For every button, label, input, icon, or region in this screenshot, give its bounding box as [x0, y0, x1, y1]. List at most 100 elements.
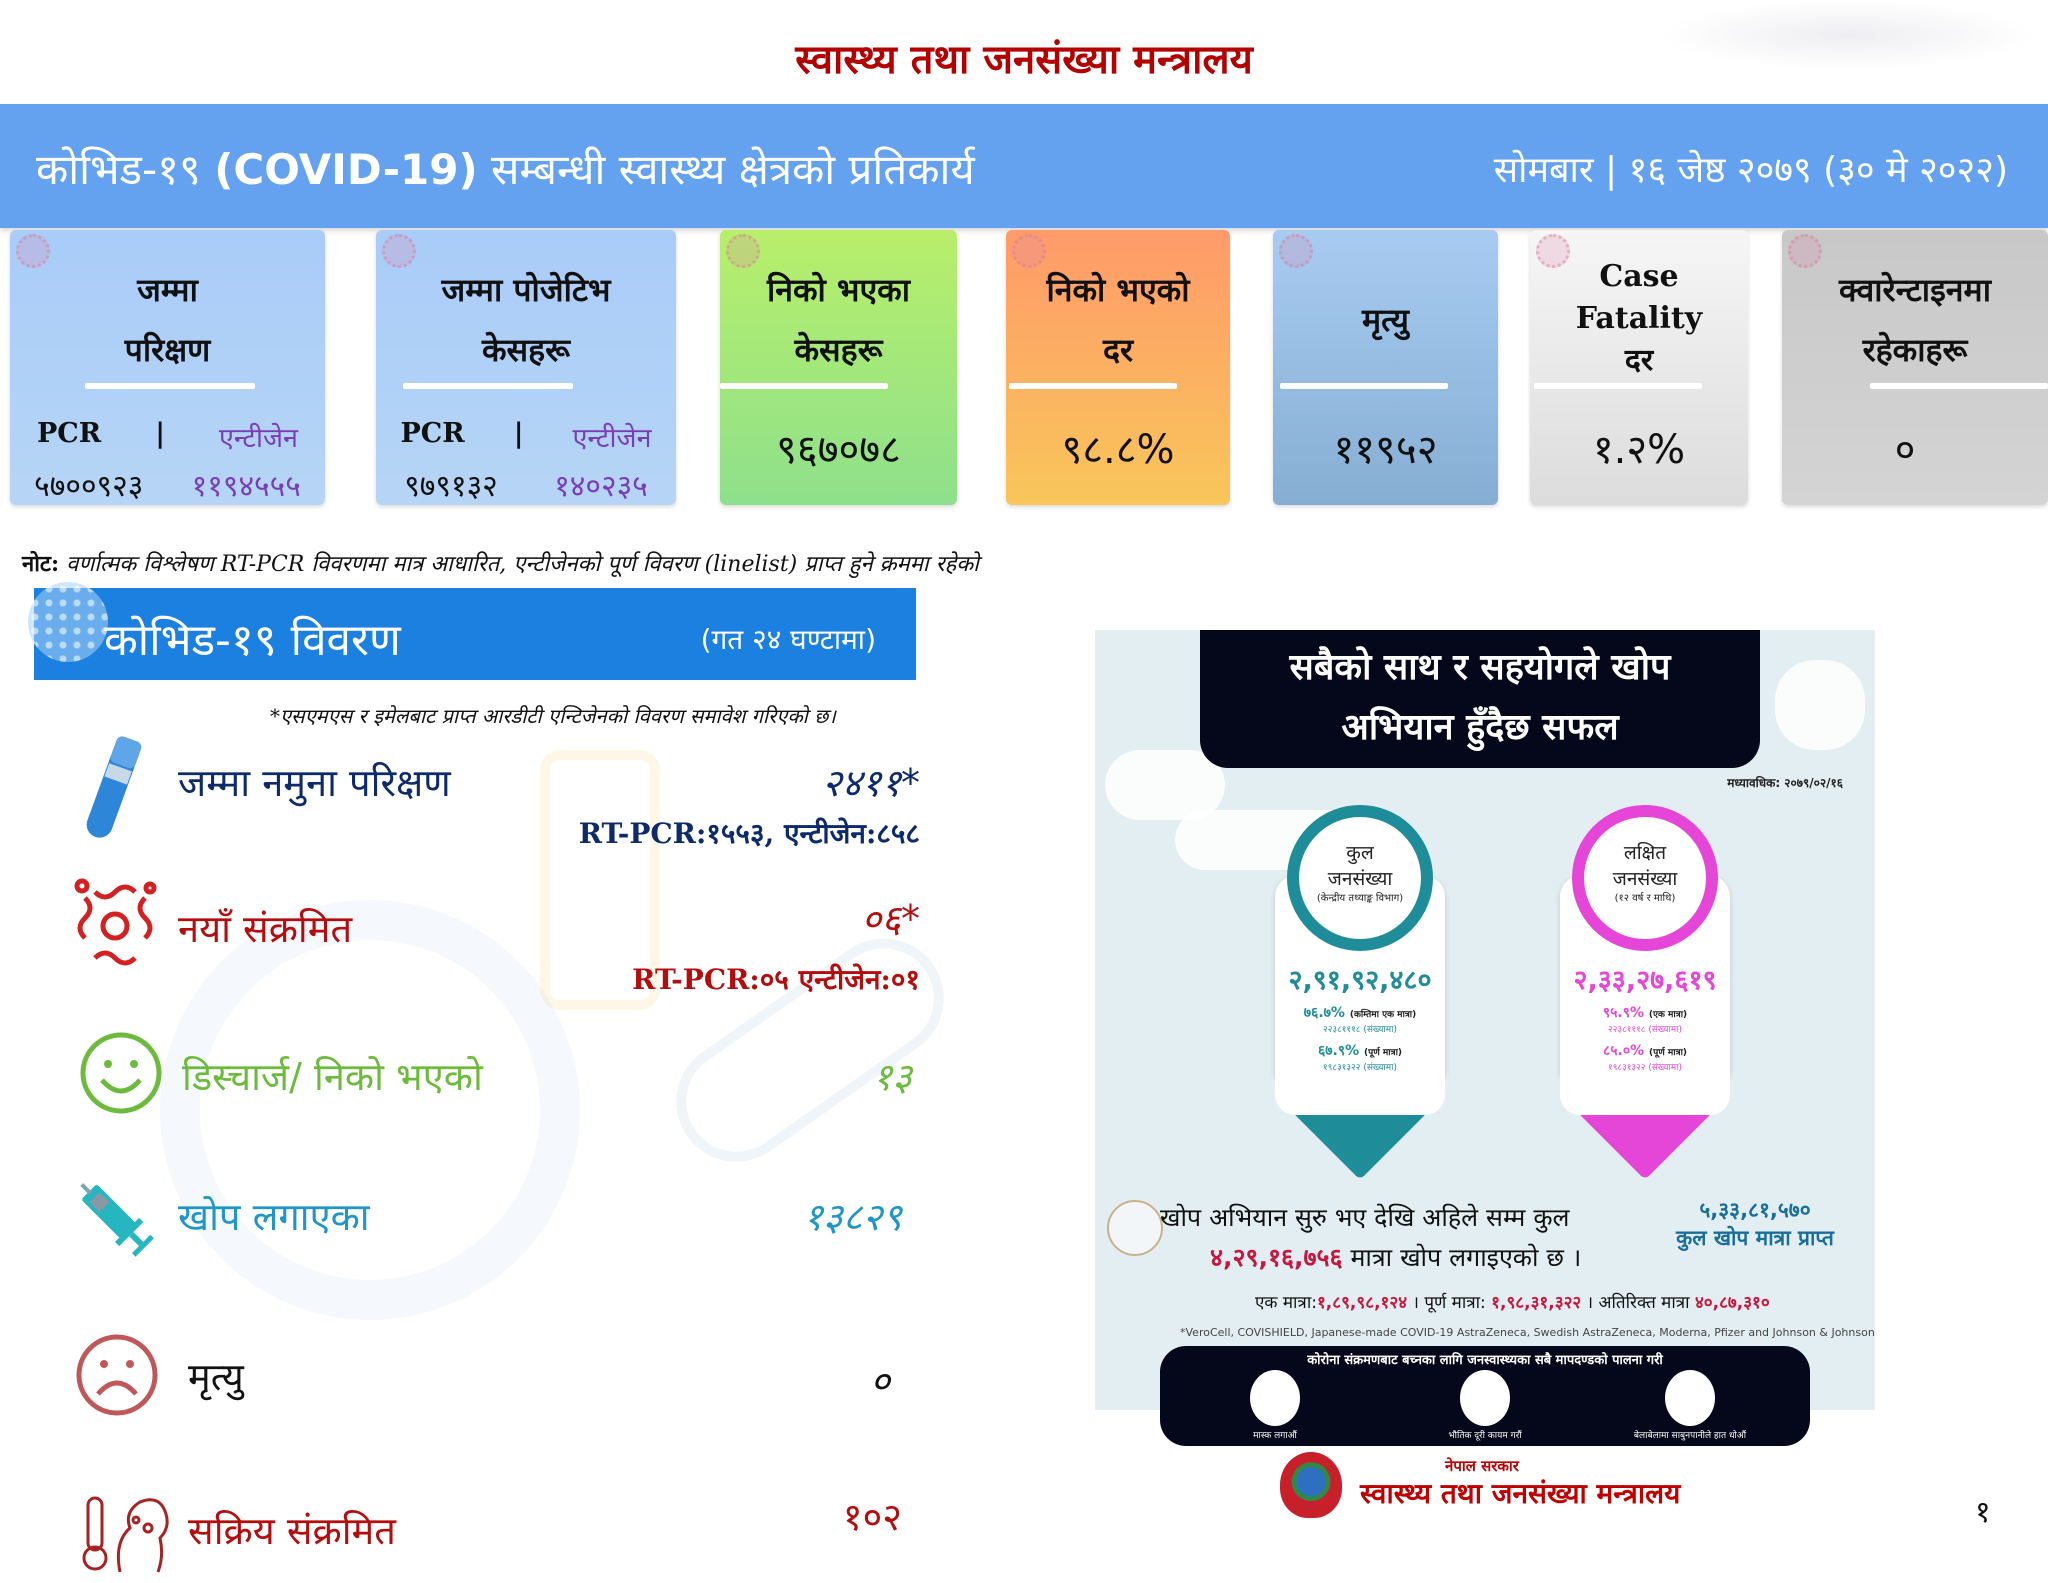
one-dose-pct: ९५.९%: [1602, 1005, 1645, 1021]
card-value: १.२%: [1592, 427, 1686, 473]
card-sub-values: ५७००९२३ ११९४५५५: [10, 464, 325, 505]
campaign-line2: ४,२९,१६,७५६ मात्रा खोप लगाइएको छ ।: [1210, 1243, 1582, 1272]
doses-received-label: कुल खोप मात्रा प्राप्त: [1676, 1226, 1834, 1250]
handwash-icon: [1665, 1370, 1715, 1426]
card-value: ११९५२: [1333, 427, 1438, 473]
syringe-icon: [1107, 1200, 1163, 1256]
card-recovered: निको भएका केसहरू ९६७०७८: [720, 230, 957, 505]
vaccine-brands: *VeroCell, COVISHIELD, Japanese-made COV…: [1180, 1326, 1875, 1339]
card-value: ०: [1894, 427, 1916, 473]
stat-label: मृत्यु: [188, 1355, 244, 1399]
cloud-decoration: [1775, 660, 1865, 750]
safety-title: कोरोना संक्रमणबाट बच्नका लागि जनस्वास्थ्…: [1307, 1353, 1663, 1368]
antigen-label: एन्टीजेन: [218, 423, 299, 454]
note: नोट: वर्णात्मक विश्लेषण RT-PCR विवरणमा म…: [22, 548, 979, 578]
population-value: २,९१,९२,४८०: [1288, 965, 1432, 996]
card-title: Case Fatality दर: [1575, 259, 1703, 378]
stat-label: सक्रिय संक्रमित: [188, 1509, 396, 1553]
smiley-icon: [80, 1032, 162, 1114]
card-title: निको भएको दर: [1046, 271, 1190, 369]
stat-detail: RT-PCR:०५ एन्टीजेन:०१: [632, 963, 920, 996]
stat-row-deaths: मृत्यु ०: [60, 1332, 920, 1422]
card-divider: [1534, 383, 1702, 389]
stat-label: खोप लगाएका: [178, 1195, 370, 1239]
card-divider: [1009, 383, 1177, 389]
card-value: ९८.८%: [1061, 427, 1175, 473]
pcr-label: PCR: [400, 418, 465, 449]
card-total-tests: जम्मा परिक्षण PCR | एन्टीजेन ५७००९२३ ११९…: [10, 230, 325, 505]
details-footnote: *एसएमएस र इमेलबाट प्राप्त आरडीटी एन्टिजे…: [270, 704, 836, 728]
full-dose-count: १९८३१३२२ (संख्यामा): [1323, 1063, 1397, 1073]
safety-measures-banner: कोरोना संक्रमणबाट बच्नका लागि जनस्वास्थ्…: [1160, 1346, 1810, 1446]
card-case-fatality-rate: Case Fatality दर १.२%: [1530, 230, 1748, 505]
sad-face-icon: [76, 1334, 158, 1416]
header-band: कोभिड-१९ (COVID-19) सम्बन्धी स्वास्थ्य क…: [0, 104, 2048, 228]
stat-detail: RT-PCR:१५५३, एन्टीजेन:८५८: [578, 817, 920, 850]
pcr-label: PCR: [36, 418, 102, 449]
pcr-value: ९७९१३२: [404, 469, 498, 504]
card-title: क्वारेन्टाइनमा रहेकाहरू: [1839, 271, 1991, 369]
report-date: सोमबार | १६ जेष्ठ २०७९ (३० मे २०२२): [1493, 150, 2008, 191]
government-label: नेपाल सरकार: [1445, 1457, 1519, 1475]
population-ring: कुल जनसंख्या (केन्द्रीय तथ्याङ्क विभाग): [1287, 805, 1433, 951]
at-least-one-count: २२३८१११८ (संख्यामा): [1323, 1025, 1397, 1035]
population-ring: लक्षित जनसंख्या (१२ वर्ष र माथि): [1572, 805, 1718, 951]
card-deaths: मृत्यु ११९५२: [1273, 230, 1498, 505]
ministry-title: स्वास्थ्य तथा जनसंख्या मन्त्रालय: [795, 36, 1253, 83]
dose-breakdown: एक मात्रा:१,८९,९८,१२४ । पूर्ण मात्रा: १,…: [1255, 1293, 1770, 1313]
poster-date: मध्यावधिक: २०७९/०२/१६: [1727, 776, 1843, 790]
doses-received: ५,३३,८१,५७० कुल खोप मात्रा प्राप्त: [1675, 1196, 1835, 1252]
card-divider: [403, 383, 573, 389]
full-dose-pct: ६७.९%: [1317, 1043, 1360, 1059]
full-dose-count: १९८३१३२२ (संख्यामा): [1608, 1063, 1682, 1073]
antigen-value: १४०२३५: [554, 469, 648, 504]
syringe-icon: [80, 1183, 154, 1257]
note-text: वर्णात्मक विश्लेषण RT-PCR विवरणमा मात्र …: [66, 552, 979, 577]
card-divider: [1870, 383, 2048, 389]
title-suffix: सम्बन्धी स्वास्थ्य क्षेत्रको प्रतिकार्य: [491, 145, 975, 194]
card-divider: [1280, 383, 1448, 389]
separator: |: [155, 418, 166, 449]
one-dose-count: २२३८१११८ (संख्यामा): [1608, 1025, 1682, 1035]
card-divider: [85, 383, 255, 389]
antigen-value: ११९४५५५: [191, 469, 301, 504]
distance-icon: [1460, 1370, 1510, 1426]
safety-item-mask: मास्क लगाऔं: [1205, 1370, 1345, 1441]
details-subtitle: (गत २४ घण्टामा): [700, 623, 876, 656]
note-label: नोट:: [22, 551, 60, 577]
population-numbers: २,३३,२७,६१९ ९५.९% (एक मात्रा) २२३८१११८ (…: [1560, 960, 1730, 1073]
target-population-card: लक्षित जनसंख्या (१२ वर्ष र माथि) २,३३,२७…: [1560, 805, 1730, 1180]
details-title: कोभिड-१९ विवरण: [104, 615, 401, 666]
stat-value: १३: [872, 1055, 912, 1099]
card-recovery-rate: निको भएको दर ९८.८%: [1006, 230, 1230, 505]
campaign-total: ४,२९,१६,७५६: [1210, 1243, 1343, 1272]
separator: |: [513, 418, 524, 449]
stat-row-vaccinated: खोप लगाएका १३८२९: [60, 1170, 920, 1260]
stat-row-total-samples: जम्मा नमुना परिक्षण २४११* RT-PCR:१५५३, ए…: [60, 732, 920, 862]
card-title: जम्मा परिक्षण: [124, 271, 211, 369]
total-population-card: कुल जनसंख्या (केन्द्रीय तथ्याङ्क विभाग) …: [1275, 805, 1445, 1180]
stat-value: १०२: [842, 1495, 902, 1539]
title-english: (COVID-19): [214, 145, 478, 194]
card-sub-labels: PCR | एन्टीजेन: [376, 418, 676, 455]
doses-received-value: ५,३३,८१,५७०: [1699, 1198, 1811, 1222]
card-title: मृत्यु: [1362, 301, 1409, 339]
test-tube-icon: [86, 736, 142, 838]
nepal-emblem-icon: [1280, 1452, 1342, 1518]
poster-banner: सबैको साथ र सहयोगले खोप अभियान हुँदैछ सफ…: [1200, 630, 1760, 768]
campaign-line1: खोप अभियान सुरु भए देखि अहिले सम्म कुल: [1160, 1203, 1570, 1232]
stat-row-discharged: डिस्चार्ज/ निको भएको १३: [60, 1030, 920, 1120]
pcr-value: ५७००९२३: [34, 469, 144, 504]
page-number: १: [1975, 1495, 1991, 1530]
card-quarantine: क्वारेन्टाइनमा रहेकाहरू ०: [1782, 230, 2048, 505]
stat-label: नयाँ संक्रमित: [178, 907, 353, 951]
card-sub-labels: PCR | एन्टीजेन: [10, 418, 325, 455]
virus-icon: [74, 878, 157, 966]
stat-row-new-infected: नयाँ संक्रमित ०६* RT-PCR:०५ एन्टीजेन:०१: [60, 878, 920, 1008]
mask-icon: [1250, 1370, 1300, 1426]
stat-label: डिस्चार्ज/ निको भएको: [182, 1055, 483, 1099]
card-title: निको भएका केसहरू: [766, 271, 911, 369]
stat-value: ०: [870, 1359, 890, 1403]
at-least-one-pct: ७६.७%: [1303, 1005, 1345, 1021]
virus-icon: [28, 582, 108, 662]
